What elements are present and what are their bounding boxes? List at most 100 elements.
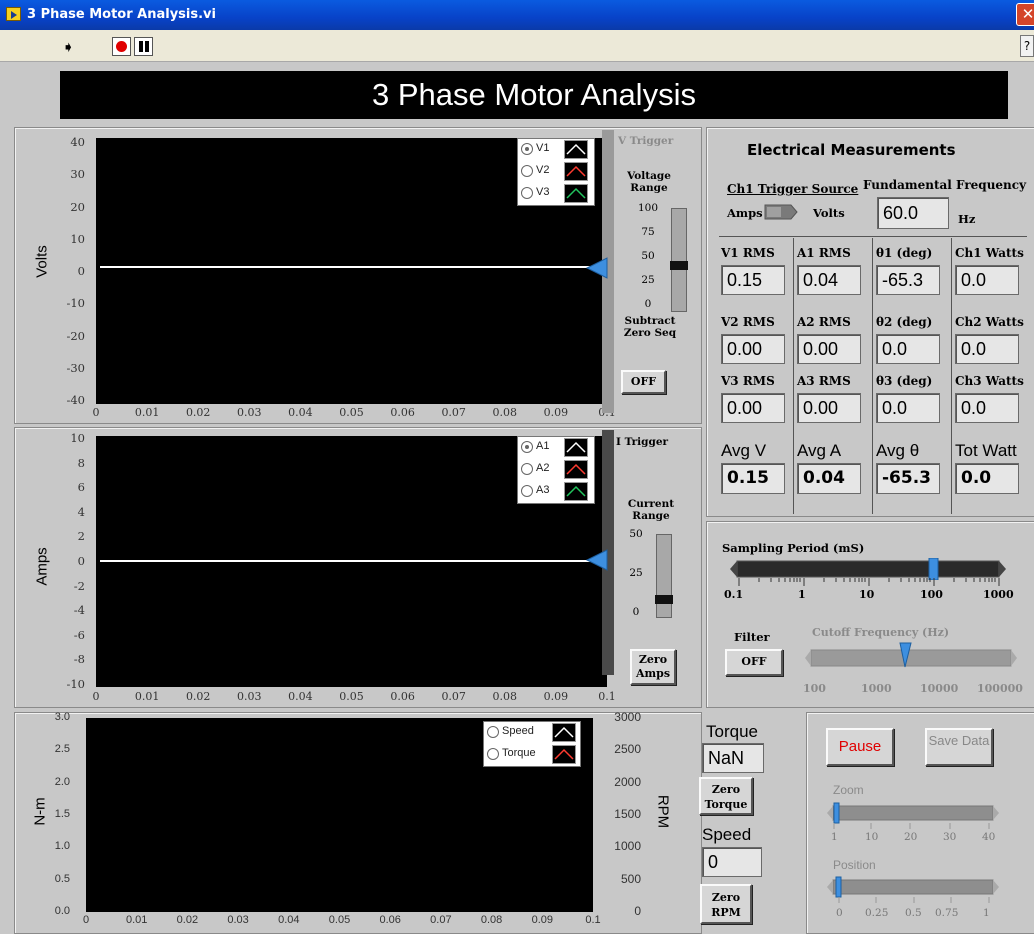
a1-radio[interactable]	[521, 441, 533, 453]
zoom-slider[interactable]	[827, 801, 1002, 825]
y-tick-label: -2	[73, 578, 85, 593]
x-tick-label: 0.03	[237, 406, 262, 419]
legend-label: V2	[536, 164, 550, 176]
legend-label: A2	[536, 462, 550, 474]
a3-radio[interactable]	[521, 485, 533, 497]
cutoff-frequency-slider[interactable]	[805, 641, 1020, 673]
legend-item-v3[interactable]: V3	[520, 183, 592, 205]
subtract-zero-seq-button[interactable]: OFF	[621, 370, 666, 394]
legend-item-a3[interactable]: A3	[520, 481, 592, 503]
legend-label: V1	[536, 142, 550, 154]
v2-radio[interactable]	[521, 165, 533, 177]
v-trigger-label: V Trigger	[618, 135, 674, 147]
x-tick-label: 0.06	[390, 406, 415, 419]
y-tick-label: -40	[66, 393, 85, 407]
torque-label: Torque	[706, 722, 758, 741]
filter-toggle-button[interactable]: OFF	[725, 649, 783, 676]
x-tick-label: 0.07	[441, 406, 466, 419]
vi-toolbar: ➧ ?	[0, 30, 1034, 62]
x-tick-label: 0.09	[543, 406, 569, 419]
measurement-label: V1 RMS	[721, 246, 775, 260]
torque-radio[interactable]	[487, 748, 499, 760]
y-tick-label: 30	[70, 167, 85, 182]
amps-axis-title: Amps	[33, 547, 51, 586]
run-arrow-icon[interactable]: ➧	[62, 38, 75, 56]
y-tick-label: 0.5	[54, 872, 70, 885]
zero-rpm-button[interactable]: Zero RPM	[700, 884, 752, 924]
x-tick-label: 0.06	[390, 690, 415, 703]
column-divider	[951, 238, 952, 514]
trigger-source-switch-icon[interactable]	[763, 201, 799, 223]
x-tick-label: 0.01	[134, 690, 160, 703]
legend-item-speed[interactable]: Speed	[486, 722, 580, 744]
pause-execution-icon[interactable]	[134, 37, 153, 56]
pause-button[interactable]: Pause	[826, 728, 894, 766]
voltage-range-label: Voltage Range	[627, 170, 671, 194]
zoom-scale-label: 30	[943, 831, 957, 843]
voltage-waveform-chart[interactable]: V1 V2 V3	[96, 138, 607, 404]
measurement-label: Ch1 Watts	[955, 246, 1024, 260]
measurement-display: 0.0	[955, 393, 1019, 423]
legend-label: Torque	[502, 747, 536, 759]
mechanical-panel: N-m 3.0 2.5 2.0 1.5 1.0 0.5 0.0 Speed Torque 0…	[14, 710, 702, 934]
legend-item-torque[interactable]: Torque	[486, 744, 580, 766]
legend-label: V3	[536, 186, 550, 198]
fundamental-frequency-label: Fundamental Frequency	[863, 178, 1027, 192]
position-slider[interactable]	[827, 875, 1002, 899]
labview-vi-icon	[6, 7, 21, 21]
legend-item-v1[interactable]: V1	[520, 139, 592, 161]
legend-item-v2[interactable]: V2	[520, 161, 592, 183]
divider	[719, 236, 1027, 237]
y-tick-label: 2.0	[54, 775, 70, 788]
electrical-measurements-panel: Electrical Measurements Ch1 Trigger Sour…	[706, 127, 1034, 517]
column-divider	[872, 238, 873, 514]
v3-radio[interactable]	[521, 187, 533, 199]
x-tick-label: 0	[92, 690, 100, 703]
column-divider	[793, 238, 794, 514]
y-tick-label: 10	[70, 431, 85, 445]
y-tick-label: -4	[73, 603, 85, 618]
average-display: -65.3	[876, 463, 940, 494]
x-tick-label: 0.08	[480, 914, 503, 926]
measurement-label: θ3 (deg)	[876, 374, 933, 388]
sampling-scale-label: 100	[920, 588, 943, 601]
zoom-scale-label: 10	[865, 831, 879, 843]
voltage-legend: V1 V2 V3	[517, 138, 595, 206]
a3-line-swatch-icon	[564, 482, 588, 501]
zero-amps-button[interactable]: Zero Amps	[630, 649, 676, 685]
i-trigger-pointer-icon[interactable]	[585, 548, 609, 572]
close-window-button[interactable]: ✕	[1016, 3, 1034, 26]
sampling-period-slider[interactable]	[729, 558, 1009, 580]
average-display: 0.15	[721, 463, 785, 494]
x-tick-label: 0.09	[543, 690, 569, 703]
save-data-button[interactable]: Save Data	[925, 728, 993, 766]
abort-execution-icon[interactable]	[112, 37, 131, 56]
cutoff-frequency-label: Cutoff Frequency (Hz)	[812, 626, 950, 639]
fundamental-frequency-display: 60.0	[877, 197, 949, 229]
current-range-thumb[interactable]	[655, 595, 673, 604]
zero-torque-button[interactable]: Zero Torque	[699, 777, 753, 815]
range-scale-label: 50	[641, 250, 655, 262]
x-tick-label: 0.07	[441, 690, 466, 703]
y-tick-label: -8	[73, 652, 85, 667]
a2-radio[interactable]	[521, 463, 533, 475]
context-help-icon[interactable]: ?	[1020, 35, 1034, 57]
v1-radio[interactable]	[521, 143, 533, 155]
voltage-range-slider[interactable]	[670, 208, 688, 312]
legend-item-a1[interactable]: A1	[520, 437, 592, 459]
v-trigger-pointer-icon[interactable]	[585, 256, 609, 280]
current-waveform-chart[interactable]: A1 A2 A3	[96, 436, 607, 687]
legend-item-a2[interactable]: A2	[520, 459, 592, 481]
y-tick-label-right: 1000	[614, 839, 641, 854]
current-range-slider[interactable]	[655, 534, 673, 618]
legend-label: A1	[536, 440, 550, 452]
panel-title-banner: 3 Phase Motor Analysis	[60, 71, 1008, 119]
torque-speed-chart[interactable]: Speed Torque	[86, 718, 593, 912]
sampling-period-label: Sampling Period (mS)	[722, 541, 865, 555]
speed-radio[interactable]	[487, 726, 499, 738]
voltage-range-thumb[interactable]	[670, 261, 688, 270]
v1-waveform-trace	[100, 266, 603, 268]
position-ticks	[838, 897, 990, 903]
y-tick-label: -20	[66, 328, 85, 343]
measurement-display: 0.00	[797, 393, 861, 423]
